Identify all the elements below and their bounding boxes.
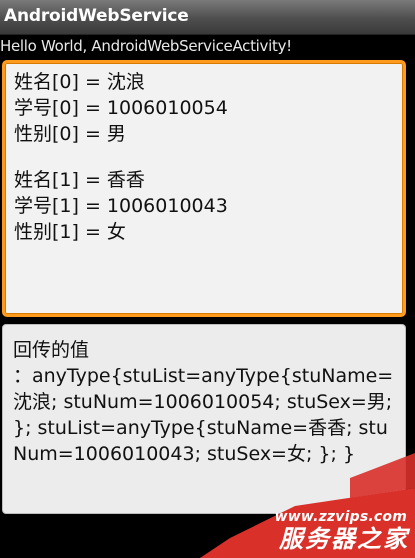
student-1-number: 学号[1] = 1006010043 <box>14 195 228 217</box>
hello-text: Hello World, AndroidWebServiceActivity! <box>0 37 292 55</box>
app-title: AndroidWebService <box>4 6 189 26</box>
student-1-name: 姓名[1] = 香香 <box>14 169 145 191</box>
student-1-sex: 性别[1] = 女 <box>14 221 126 243</box>
android-screen: AndroidWebService Hello World, AndroidWe… <box>0 0 415 558</box>
result-body: ：anyType{stuList=anyType{stuName=沈浪; stu… <box>13 365 394 465</box>
student-0-sex: 性别[0] = 男 <box>14 123 126 145</box>
title-bar: AndroidWebService <box>0 0 415 35</box>
students-input-box[interactable]: 姓名[0] = 沈浪 学号[0] = 1006010054 性别[0] = 男 … <box>2 60 406 317</box>
student-0-name: 姓名[0] = 沈浪 <box>14 71 145 93</box>
watermark-name: 服务器之家 <box>279 525 409 553</box>
result-box[interactable]: 回传的值 ：anyType{stuList=anyType{stuName=沈浪… <box>2 324 406 514</box>
student-0-number: 学号[0] = 1006010054 <box>14 97 228 119</box>
result-heading: 回传的值 <box>13 339 90 361</box>
